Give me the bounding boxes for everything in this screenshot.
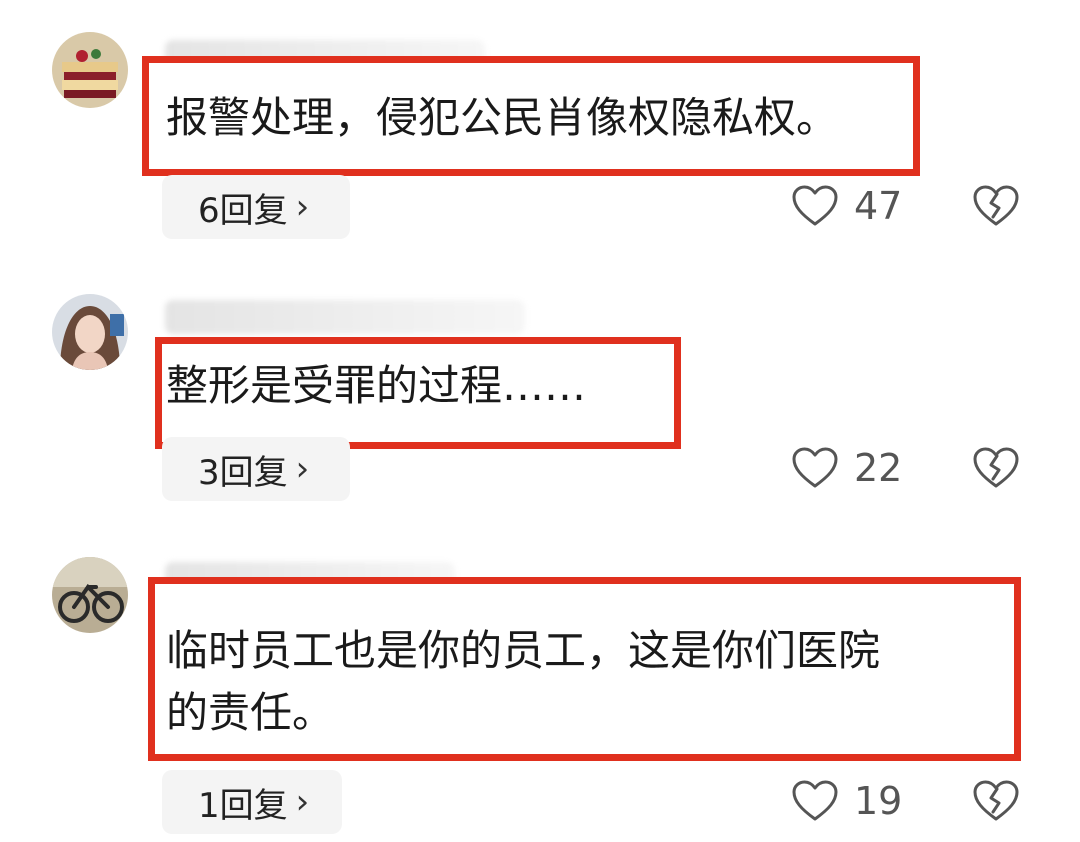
broken-heart-icon[interactable] (972, 446, 1020, 490)
avatar[interactable] (52, 32, 128, 108)
username-blurred[interactable] (165, 300, 525, 334)
reply-button[interactable]: 6回复 › (162, 175, 350, 239)
avatar[interactable] (52, 294, 128, 370)
broken-heart-icon[interactable] (972, 184, 1020, 228)
like-count: 47 (854, 184, 903, 228)
reply-label: 6回复 (198, 190, 288, 231)
avatar[interactable] (52, 557, 128, 633)
reply-button[interactable]: 3回复 › (162, 437, 350, 501)
like-count: 22 (854, 446, 903, 490)
comment-text: 临时员工也是你的员工，这是你们医院 的责任。 (166, 626, 881, 737)
chevron-right-icon: › (295, 782, 310, 822)
heart-outline-icon[interactable] (791, 446, 839, 490)
chevron-right-icon: › (295, 187, 310, 227)
reply-label: 1回复 (198, 785, 288, 826)
chevron-right-icon: › (295, 449, 310, 489)
comment-text: 报警处理，侵犯公民肖像权隐私权。 (166, 93, 839, 142)
like-count: 19 (854, 779, 903, 823)
reply-label: 3回复 (198, 452, 288, 493)
broken-heart-icon[interactable] (972, 779, 1020, 823)
comment-text: 整形是受罪的过程…… (166, 361, 587, 410)
heart-outline-icon[interactable] (791, 184, 839, 228)
heart-outline-icon[interactable] (791, 779, 839, 823)
reply-button[interactable]: 1回复 › (162, 770, 342, 834)
